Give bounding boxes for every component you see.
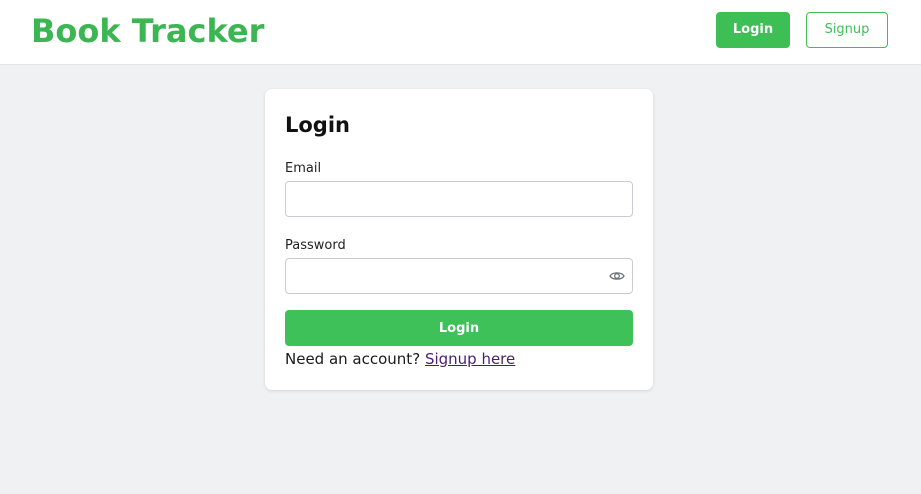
- password-field[interactable]: [285, 258, 633, 294]
- signup-prompt: Need an account? Signup here: [285, 349, 515, 369]
- login-title: Login: [285, 113, 350, 137]
- account-prompt-text: Need an account?: [285, 350, 421, 368]
- email-field[interactable]: [285, 181, 633, 217]
- login-submit-button[interactable]: Login: [285, 310, 633, 346]
- login-card: Login Email Password Login Need an accou…: [265, 89, 653, 390]
- signup-here-link[interactable]: Signup here: [425, 350, 515, 368]
- password-label: Password: [285, 238, 346, 253]
- nav-signup-button[interactable]: Signup: [806, 12, 888, 48]
- top-navbar: Book Tracker Login Signup: [0, 0, 921, 65]
- email-label: Email: [285, 161, 322, 176]
- nav-login-button[interactable]: Login: [716, 12, 790, 48]
- eye-icon[interactable]: [609, 269, 625, 283]
- brand-title[interactable]: Book Tracker: [31, 11, 264, 51]
